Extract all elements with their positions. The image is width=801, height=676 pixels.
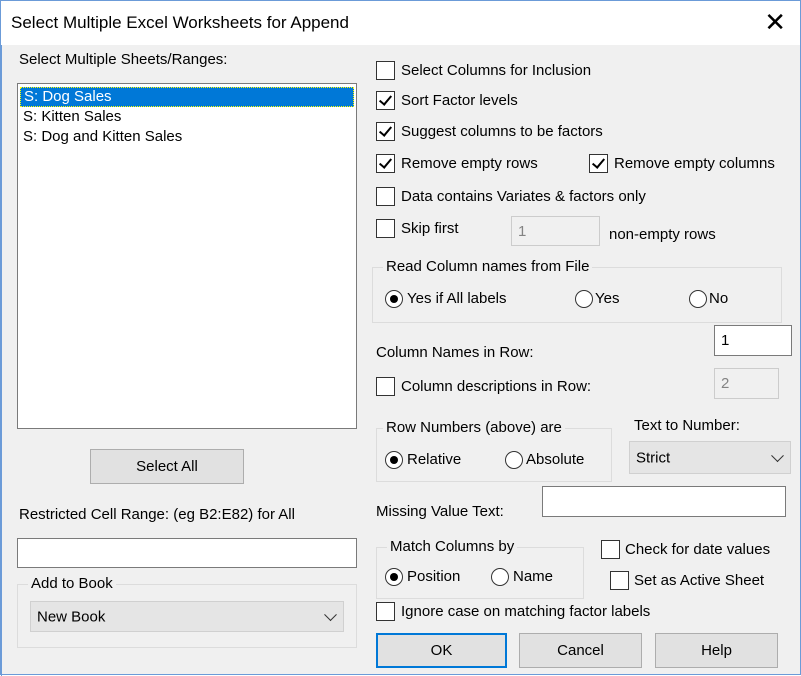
suggest-factors-checkbox[interactable] [376,122,395,141]
col-names-row-input[interactable] [714,325,792,356]
title-bar: Select Multiple Excel Worksheets for App… [1,1,800,45]
select-all-button[interactable]: Select All [90,449,244,484]
missing-value-input[interactable] [542,486,786,517]
add-to-book-title: Add to Book [28,575,116,592]
col-names-row-label: Column Names in Row: [376,344,534,361]
match-columns-group: Match Columns by Position Name [376,538,584,599]
skip-first-checkbox[interactable] [376,219,395,238]
chevron-down-icon [324,607,337,621]
match-columns-option-label: Position [407,568,461,585]
chevron-down-icon [771,448,784,462]
remove-empty-columns-checkbox[interactable] [589,154,608,173]
list-item[interactable]: S: Dog Sales [20,87,354,107]
variates-only-label: Data contains Variates & factors only [401,188,646,205]
row-numbers-option-label: Relative [407,451,462,468]
close-icon[interactable]: ✕ [764,7,786,37]
sheets-listbox[interactable]: S: Dog Sales S: Kitten Sales S: Dog and … [17,83,357,429]
sheets-label: Select Multiple Sheets/Ranges: [19,51,228,68]
text-to-number-value: Strict [636,449,671,466]
read-names-group: Read Column names from File Yes if All l… [372,258,782,323]
add-to-book-value: New Book [37,608,106,625]
row-numbers-option[interactable] [385,451,403,469]
ignore-case-checkbox[interactable] [376,602,395,621]
skip-first-suffix: non-empty rows [609,226,716,243]
match-columns-option[interactable] [385,568,403,586]
dialog-window: Select Multiple Excel Worksheets for App… [0,0,801,676]
text-to-number-label: Text to Number: [634,417,740,434]
read-names-option[interactable] [689,290,707,308]
read-names-option[interactable] [575,290,593,308]
remove-empty-columns-label: Remove empty columns [614,155,775,172]
read-names-option-label: Yes [595,290,620,307]
skip-first-label: Skip first [401,220,459,237]
read-names-option-label: Yes if All labels [407,290,507,307]
read-names-option[interactable] [385,290,403,308]
dialog-title: Select Multiple Excel Worksheets for App… [11,13,349,32]
row-numbers-group: Row Numbers (above) are Relative Absolut… [376,419,612,482]
ignore-case-label: Ignore case on matching factor labels [401,603,651,620]
match-columns-option[interactable] [491,568,509,586]
row-numbers-option-label: Absolute [526,451,585,468]
skip-first-input[interactable] [511,216,600,246]
range-label: Restricted Cell Range: (eg B2:E82) for A… [19,506,295,523]
variates-only-checkbox[interactable] [376,187,395,206]
col-desc-checkbox[interactable] [376,377,395,396]
read-names-title: Read Column names from File [383,258,593,275]
remove-empty-rows-label: Remove empty rows [401,155,538,172]
active-sheet-checkbox[interactable] [610,571,629,590]
remove-empty-rows-checkbox[interactable] [376,154,395,173]
select-columns-checkbox[interactable] [376,61,395,80]
range-input[interactable] [17,538,357,568]
match-columns-title: Match Columns by [387,538,518,555]
cancel-button[interactable]: Cancel [519,633,642,668]
check-dates-label: Check for date values [625,541,771,558]
list-item[interactable]: S: Dog and Kitten Sales [20,127,354,147]
sort-factor-checkbox[interactable] [376,91,395,110]
row-numbers-option[interactable] [505,451,523,469]
col-desc-label: Column descriptions in Row: [401,378,592,395]
suggest-factors-label: Suggest columns to be factors [401,123,603,140]
list-item[interactable]: S: Kitten Sales [20,107,354,127]
active-sheet-label: Set as Active Sheet [634,572,765,589]
help-button[interactable]: Help [655,633,778,668]
add-to-book-group: Add to Book New Book [17,575,357,648]
check-dates-checkbox[interactable] [601,540,620,559]
read-names-option-label: No [709,290,729,307]
select-columns-label: Select Columns for Inclusion [401,62,592,79]
ok-button[interactable]: OK [376,633,507,668]
add-to-book-dropdown[interactable]: New Book [30,601,344,632]
text-to-number-dropdown[interactable]: Strict [629,441,791,474]
sort-factor-label: Sort Factor levels [401,92,518,109]
window-border [1,1,2,676]
row-numbers-title: Row Numbers (above) are [383,419,565,436]
col-desc-input[interactable] [714,368,779,399]
missing-value-label: Missing Value Text: [376,503,504,520]
match-columns-option-label: Name [513,568,554,585]
